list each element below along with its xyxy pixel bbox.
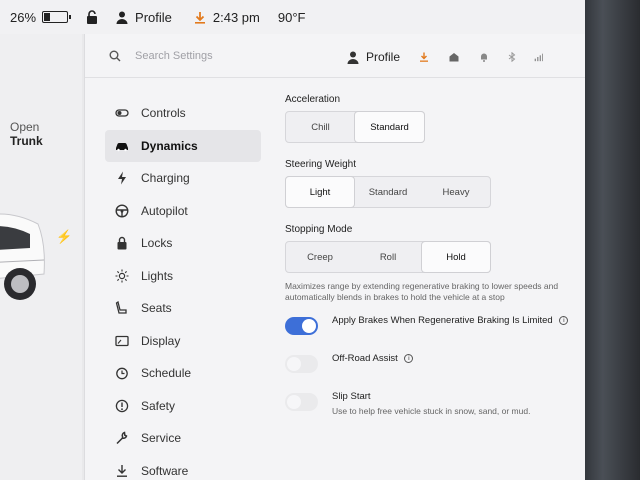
lte-signal-icon (534, 53, 543, 62)
nav-autopilot[interactable]: Autopilot (105, 195, 261, 228)
profile-button[interactable]: Profile (116, 10, 172, 25)
download-icon[interactable] (419, 52, 429, 62)
nav-lights[interactable]: Lights (105, 260, 261, 293)
apply-brakes-label: Apply Brakes When Regenerative Braking I… (332, 315, 553, 326)
settings-nav: Controls Dynamics Charging Autopilot Loc… (105, 97, 261, 480)
steering-heavy[interactable]: Heavy (422, 177, 490, 207)
car-icon (116, 142, 128, 151)
acceleration-standard[interactable]: Standard (355, 112, 424, 142)
steering-wheel-icon (115, 204, 129, 218)
battery-icon (42, 11, 72, 23)
stopping-creep[interactable]: Creep (286, 242, 354, 272)
offroad-toggle[interactable] (285, 355, 318, 373)
lock-icon (117, 237, 127, 250)
toggle-icon (115, 109, 129, 117)
header-profile-label: Profile (366, 50, 401, 64)
download-icon[interactable] (194, 11, 206, 24)
apply-brakes-row: Apply Brakes When Regenerative Braking I… (285, 315, 575, 335)
display-bezel (578, 0, 640, 480)
open-trunk-button[interactable]: Open Trunk (10, 120, 43, 148)
nav-label: Safety (141, 398, 176, 413)
trunk-line1: Open (10, 120, 40, 134)
nav-label: Seats (141, 301, 172, 316)
nav-label: Lights (141, 268, 174, 283)
slip-start-label: Slip Start (332, 391, 371, 402)
vehicle-panel: Open Trunk ⚡ (0, 34, 82, 480)
seat-icon (115, 301, 127, 314)
stopping-description: Maximizes range by extending regenerativ… (285, 281, 559, 302)
sun-icon (115, 269, 129, 283)
profile-label: Profile (135, 9, 172, 25)
wrench-icon (116, 431, 128, 445)
clock-time: 2:43 pm (212, 9, 260, 25)
nav-label: Charging (141, 171, 190, 186)
car-rendering (0, 213, 45, 300)
steering-title: Steering Weight (285, 159, 356, 170)
nav-charging[interactable]: Charging (105, 162, 261, 195)
offroad-label: Off-Road Assist (332, 353, 398, 364)
nav-schedule[interactable]: Schedule (105, 357, 261, 390)
nav-label: Display (141, 333, 181, 348)
bell-icon[interactable] (479, 52, 489, 62)
stopping-title: Stopping Mode (285, 224, 353, 235)
stopping-roll[interactable]: Roll (354, 242, 422, 272)
acceleration-chill[interactable]: Chill (286, 112, 355, 142)
nav-label: Autopilot (141, 203, 188, 218)
acceleration-title: Acceleration (285, 94, 341, 105)
steering-standard[interactable]: Standard (354, 177, 422, 207)
person-icon (347, 51, 359, 64)
trunk-line2: Trunk (10, 134, 43, 148)
steering-light[interactable]: Light (286, 177, 354, 207)
person-icon (116, 11, 128, 24)
slip-start-row: Slip Start Use to help free vehicle stuc… (285, 391, 575, 417)
search-input[interactable] (135, 49, 305, 62)
bluetooth-icon[interactable] (507, 52, 517, 62)
display-icon (115, 335, 129, 346)
info-icon[interactable]: i (559, 315, 569, 325)
nav-display[interactable]: Display (105, 325, 261, 358)
battery-percent: 26% (10, 9, 37, 25)
nav-software[interactable]: Software (105, 455, 261, 480)
stopping-hold[interactable]: Hold (422, 242, 490, 272)
nav-safety[interactable]: Safety (105, 390, 261, 423)
nav-label: Service (141, 431, 182, 446)
alert-icon (115, 399, 129, 412)
nav-label: Schedule (141, 366, 192, 381)
nav-seats[interactable]: Seats (105, 292, 261, 325)
nav-label: Locks (141, 236, 173, 251)
settings-search-bar: Profile (85, 34, 585, 78)
header-profile-button[interactable]: Profile (347, 50, 400, 64)
nav-label: Controls (141, 106, 186, 121)
nav-controls[interactable]: Controls (105, 97, 261, 130)
settings-panel: Profile (84, 34, 585, 480)
touchscreen: 26% Profile 2:43 pm 90°F Open Trunk ⚡ Se… (0, 0, 585, 480)
unlock-icon[interactable] (86, 10, 98, 24)
steering-selector: Light Standard Heavy (285, 176, 491, 208)
bolt-icon (118, 171, 126, 185)
download-icon (117, 464, 127, 477)
slip-start-toggle[interactable] (285, 393, 318, 411)
stopping-selector: Creep Roll Hold (285, 241, 491, 273)
acceleration-selector: Chill Standard (285, 111, 425, 143)
offroad-row: Off-Road Assist i (285, 353, 575, 373)
outside-temperature: 90°F (277, 9, 306, 25)
nav-dynamics[interactable]: Dynamics (105, 129, 261, 162)
clock-icon (116, 367, 128, 380)
apply-brakes-toggle[interactable] (285, 317, 318, 335)
dynamics-settings: Acceleration Chill Standard Steering Wei… (285, 94, 575, 435)
nav-locks[interactable]: Locks (105, 227, 261, 260)
nav-label: Dynamics (141, 138, 198, 153)
time-display: 2:43 pm (194, 10, 260, 25)
slip-start-description: Use to help free vehicle stuck in snow, … (332, 406, 531, 416)
nav-label: Software (141, 463, 189, 478)
garage-icon[interactable] (449, 52, 459, 62)
search-icon (109, 50, 121, 61)
status-bar: 26% Profile 2:43 pm 90°F (0, 0, 585, 34)
nav-service[interactable]: Service (105, 422, 261, 455)
info-icon[interactable]: i (404, 353, 414, 363)
charge-port-icon[interactable]: ⚡ (56, 229, 72, 245)
